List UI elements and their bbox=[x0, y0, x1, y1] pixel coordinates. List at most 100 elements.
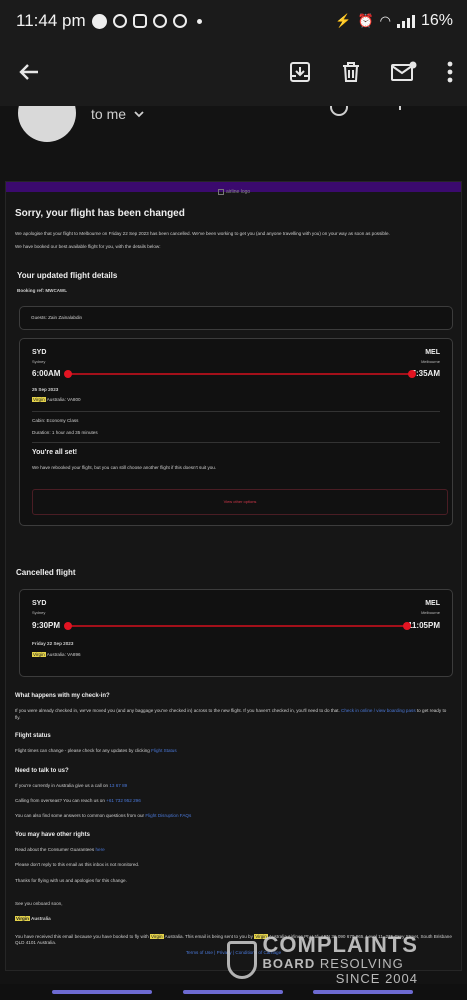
depart-time: 6:00AM bbox=[32, 369, 61, 379]
thanks-text: Thanks for flying with us and apologies … bbox=[15, 877, 127, 883]
origin-code: SYD bbox=[32, 600, 47, 608]
destination-code: MEL bbox=[425, 349, 440, 357]
divider bbox=[32, 411, 440, 413]
back-button[interactable] bbox=[18, 61, 40, 88]
nav-pill-right[interactable] bbox=[313, 990, 413, 994]
signature-rest: Australia bbox=[29, 916, 51, 922]
watermark: COMPLAINTS BOARD RESOLVING SINCE 2004 bbox=[226, 934, 418, 986]
flight-status-link[interactable]: Flight Status bbox=[151, 748, 177, 753]
talk-overseas-text: Calling from overseas? You can reach us … bbox=[15, 797, 105, 803]
signal-icon bbox=[396, 14, 415, 28]
checkin-body: If you were already checked in, we've mo… bbox=[15, 708, 340, 714]
dnd-icon bbox=[91, 13, 107, 29]
divider bbox=[32, 442, 440, 444]
arrive-time: 11:05PM bbox=[407, 621, 440, 631]
status-body: Flight times can change - please check f… bbox=[15, 748, 150, 754]
recipient-label: to me bbox=[91, 106, 127, 122]
sender-row: to me bbox=[0, 106, 467, 172]
destination-code: MEL bbox=[425, 600, 440, 608]
rights-text: Read about the Consumer Guarantees here bbox=[15, 847, 452, 853]
checkin-text: If you were already checked in, we've mo… bbox=[15, 708, 452, 721]
signature: Virgin Australia bbox=[15, 916, 452, 922]
checkin-link[interactable]: Check in online / view boarding pass bbox=[341, 708, 416, 713]
origin-code: SYD bbox=[32, 349, 47, 357]
rights-heading: You may have other rights bbox=[15, 831, 90, 838]
more-notifications-icon bbox=[196, 18, 202, 24]
status-text: Flight times can change - please check f… bbox=[15, 748, 452, 754]
destination-city: Melbourne bbox=[421, 610, 440, 616]
route-line bbox=[64, 370, 416, 379]
emoji-icon[interactable] bbox=[328, 106, 350, 118]
talk-faq-text: You can also find some answers to common… bbox=[15, 813, 145, 819]
all-set-text: We have rebooked your flight, but you ca… bbox=[32, 465, 217, 471]
instagram-icon bbox=[132, 14, 147, 28]
delete-button[interactable] bbox=[341, 61, 361, 88]
view-other-options-button[interactable]: View other options bbox=[32, 489, 448, 516]
guests-text: Guests: Zain Zainalabdin bbox=[31, 315, 83, 321]
nav-pill-home[interactable] bbox=[183, 990, 283, 994]
airline-flight: Virgin Australia: VA800 bbox=[32, 397, 81, 403]
watermark-line2: BOARD RESOLVING bbox=[263, 956, 418, 971]
faq-link[interactable]: Flight Disruption FAQs bbox=[145, 813, 191, 818]
email-body: airline logo Sorry, your flight has been… bbox=[5, 181, 462, 971]
more-vert-icon bbox=[447, 61, 453, 82]
talk-faq: You can also find some answers to common… bbox=[15, 813, 452, 819]
status-bar: 11:44 pm ⚡ ⏰ ◠ 16% bbox=[0, 0, 467, 42]
flight-number: Australia: VA896 bbox=[45, 652, 81, 658]
wifi-call-icon bbox=[172, 14, 187, 28]
origin-city: Sydney bbox=[32, 359, 46, 365]
archive-button[interactable] bbox=[289, 61, 311, 88]
bluetooth-icon: ⚡ bbox=[335, 13, 352, 28]
footer-highlight: Virgin bbox=[149, 933, 164, 939]
reply-icon[interactable] bbox=[398, 106, 408, 112]
brand-band: airline logo bbox=[6, 182, 461, 195]
airline-name-highlight: Virgin bbox=[32, 652, 46, 658]
noreply-text: Please don't reply to this email as this… bbox=[15, 862, 140, 868]
shield-logo-icon bbox=[226, 941, 257, 979]
intro-text-2: We have booked our best available flight… bbox=[15, 244, 161, 250]
back-arrow-icon bbox=[19, 63, 38, 80]
flight-date: 25 Sep 2023 bbox=[32, 387, 59, 393]
signature-highlight: Virgin bbox=[15, 916, 30, 922]
mark-unread-button[interactable] bbox=[391, 61, 417, 88]
recipient-toggle[interactable]: to me bbox=[91, 106, 144, 122]
airline-logo: airline logo bbox=[218, 189, 250, 195]
talk-overseas: Calling from overseas? You can reach us … bbox=[15, 798, 452, 804]
status-time: 11:44 pm bbox=[16, 11, 86, 30]
messenger-icon bbox=[152, 14, 167, 28]
intro-text: We apologise that your flight to Melbour… bbox=[15, 231, 390, 236]
cancelled-flight-card: SYD Sydney MEL Melbourne 9:30PM 11:05PM … bbox=[19, 589, 453, 678]
battery-level: 16% bbox=[420, 12, 453, 29]
consumer-guarantees-link[interactable]: here bbox=[95, 847, 104, 852]
rights-body: Read about the Consumer Guarantees bbox=[15, 846, 95, 852]
origin-city: Sydney bbox=[32, 610, 46, 616]
cancelled-heading: Cancelled flight bbox=[16, 568, 76, 578]
archive-icon bbox=[290, 61, 310, 82]
chevron-down-icon bbox=[134, 110, 144, 117]
alarm-icon: ⏰ bbox=[357, 13, 374, 28]
whatsapp-icon bbox=[112, 14, 127, 28]
avatar[interactable] bbox=[18, 106, 76, 142]
see-you-text: See you onboard soon, bbox=[15, 901, 63, 907]
more-options-button[interactable] bbox=[447, 61, 453, 88]
airline-name-highlight: Virgin bbox=[32, 397, 46, 403]
talk-aus-text: If you're currently in Australia give us… bbox=[15, 782, 109, 788]
updated-heading: Your updated flight details bbox=[17, 270, 118, 280]
overseas-phone-link[interactable]: +61 732 952 296 bbox=[106, 798, 141, 803]
mail-unread-icon bbox=[391, 61, 417, 81]
app-bar bbox=[0, 42, 467, 106]
checkin-heading: What happens with my check-in? bbox=[15, 693, 110, 700]
logo-alt-text: airline logo bbox=[226, 189, 251, 195]
talk-aus: If you're currently in Australia give us… bbox=[15, 783, 452, 789]
nav-pill-left[interactable] bbox=[52, 990, 152, 994]
booking-ref: Booking ref: MWCAWL bbox=[17, 287, 68, 293]
watermark-line2-rest: RESOLVING bbox=[315, 956, 404, 971]
route-line bbox=[64, 622, 411, 631]
all-set-heading: You're all set! bbox=[32, 449, 78, 457]
updated-flight-card: SYD Sydney MEL Melbourne 6:00AM 7:35AM 2… bbox=[19, 338, 453, 527]
depart-time: 9:30PM bbox=[32, 621, 61, 631]
flight-number: Australia: VA800 bbox=[45, 397, 81, 403]
destination-city: Melbourne bbox=[421, 359, 440, 365]
aus-phone-link[interactable]: 13 67 89 bbox=[109, 783, 127, 788]
guests-card: Guests: Zain Zainalabdin bbox=[19, 306, 453, 331]
